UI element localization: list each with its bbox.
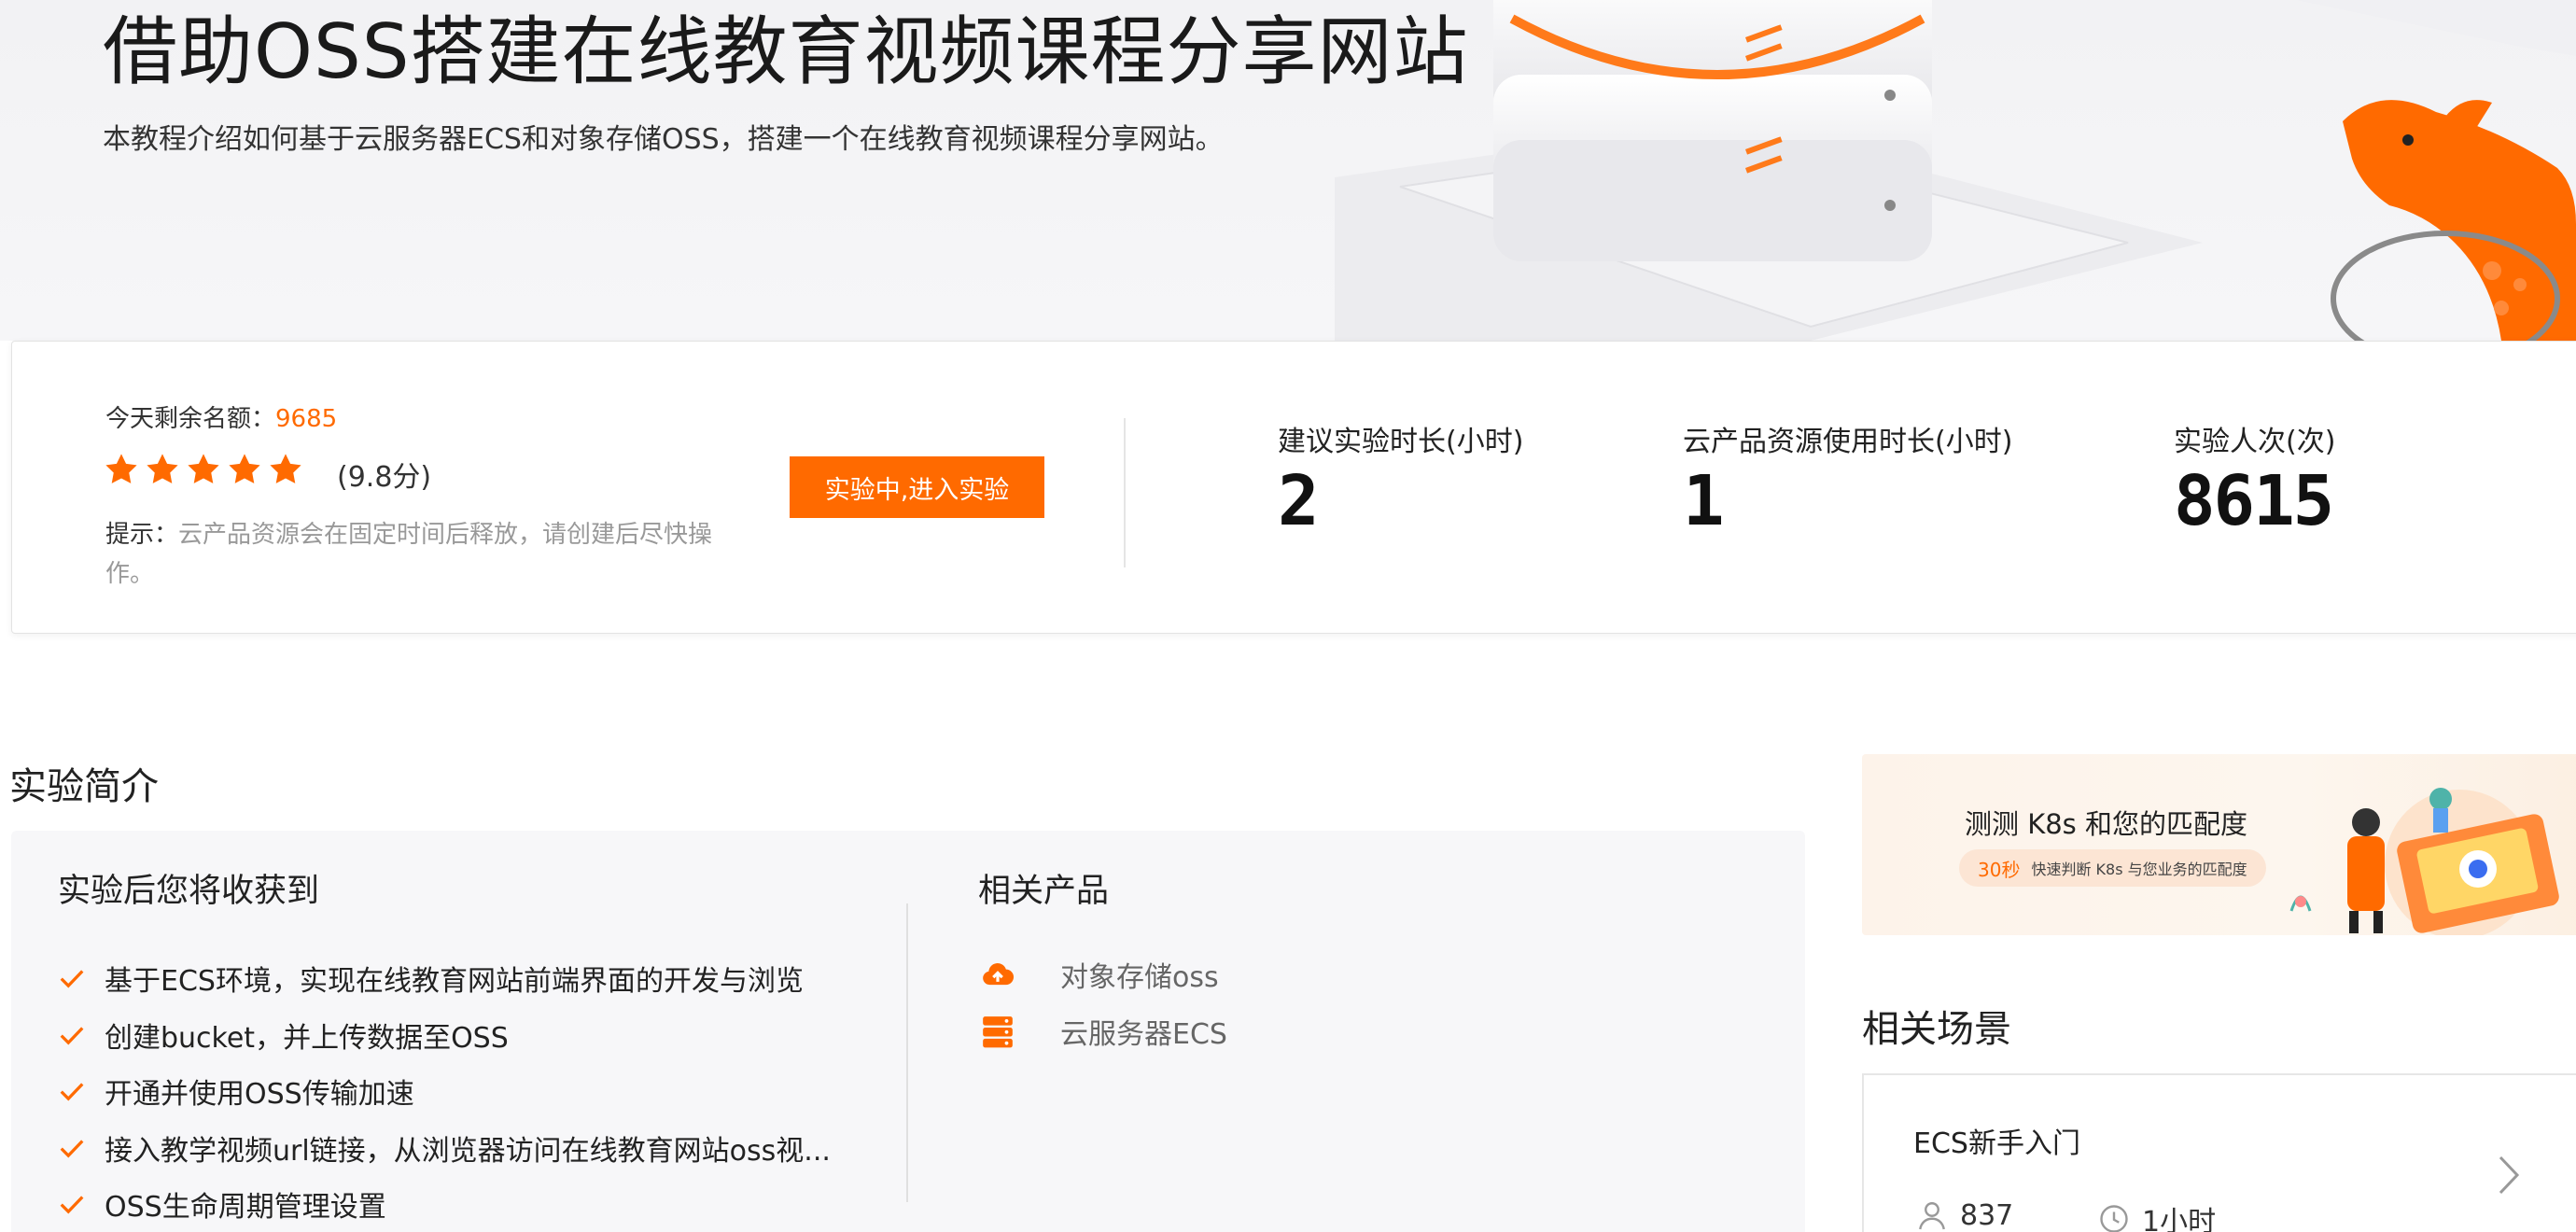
hero-illustration [1335,0,2576,341]
scene-users: 837 [1915,1198,2013,1232]
tip-label: 提示： [105,521,179,549]
list-item: 基于ECS环境，实现在线教育网站前端界面的开发与浏览 [58,950,831,1007]
release-tip: 提示：云产品资源会在固定时间后释放，请创建后尽快操作。 [105,515,740,594]
gain-text: 创建bucket，并上传数据至OSS [105,1021,509,1055]
metric-value: 1 [1683,461,1725,541]
check-icon [60,1140,84,1158]
k8s-promo-banner[interactable]: 测测 K8s 和您的匹配度 30秒 快速判断 K8s 与您业务的匹配度 [1862,754,2576,935]
star-icon [270,454,301,483]
hero-banner: 借助OSS搭建在线教育视频课程分享网站 本教程介绍如何基于云服务器ECS和对象存… [0,0,2576,341]
metric-suggested-duration: 建议实验时长(小时) 2 [1278,418,1523,543]
banner-title: 测测 K8s 和您的匹配度 [1965,808,2248,840]
product-name: 云服务器ECS [1060,1018,1227,1051]
check-icon [60,970,84,988]
star-icon [229,454,260,483]
gain-text: 接入教学视频url链接，从浏览器访问在线教育网站oss视... [105,1134,831,1168]
banner-pill: 30秒 快速判断 K8s 与您业务的匹配度 [1959,849,2266,887]
check-icon [60,1083,84,1101]
scene-duration: 1小时 [2097,1198,2216,1232]
pill-text: 快速判断 K8s 与您业务的匹配度 [2031,861,2247,878]
tip-text: 云产品资源会在固定时间后释放，请创建后尽快操作。 [105,521,713,588]
pill-seconds: 30秒 [1978,858,2021,881]
list-item: 创建bucket，并上传数据至OSS [58,1007,831,1064]
gain-text: 开通并使用OSS传输加速 [105,1078,414,1112]
product-ecs-link[interactable]: 云服务器ECS [980,1011,1227,1052]
chevron-right-icon[interactable] [2495,1152,2523,1198]
metric-value: 2 [1278,461,1320,541]
banner-illustration [2289,788,2559,935]
quota-remaining: 今天剩余名额：9685 [105,399,337,434]
list-item: 接入教学视频url链接，从浏览器访问在线教育网站oss视... [58,1120,831,1177]
metric-value: 8615 [2174,461,2334,541]
enter-lab-button[interactable]: 实验中,进入实验 [790,456,1044,518]
scene-users-count: 837 [1960,1198,2014,1232]
clock-icon [2100,1205,2128,1232]
lab-stats-panel: 今天剩余名额：9685 (9.8分) 提示：云产品资源会在固定时间后释放，请创建… [11,341,2576,634]
rating-score: (9.8分) [337,461,432,494]
metric-participants: 实验人次(次) 8615 [2174,418,2335,543]
quota-label: 今天剩余名额： [105,405,276,433]
gains-list: 基于ECS环境，实现在线教育网站前端界面的开发与浏览 创建bucket，并上传数… [58,950,831,1232]
product-oss-link[interactable]: 对象存储oss [980,954,1219,995]
scene-card[interactable]: ECS新手入门 837 1小时 [1862,1073,2576,1232]
intro-divider [906,903,908,1202]
list-item: 开通并使用OSS传输加速 [58,1063,831,1120]
user-icon [1919,1202,1945,1230]
scene-name: ECS新手入门 [1913,1127,2080,1160]
quota-value: 9685 [275,405,338,433]
products-title: 相关产品 [978,873,1110,910]
metric-label: 建议实验时长(小时) [1278,426,1524,458]
star-icon [105,454,137,483]
product-name: 对象存储oss [1060,961,1219,994]
list-item: OSS生命周期管理设置 [58,1176,831,1232]
star-icon [147,454,178,483]
scene-duration-text: 1小时 [2142,1206,2217,1232]
rating-stars [104,452,303,487]
metric-label: 云产品资源使用时长(小时) [1683,426,2013,458]
server-icon [983,1016,1013,1048]
check-icon [60,1027,84,1045]
cloud-upload-icon [983,963,1015,986]
metric-resource-duration: 云产品资源使用时长(小时) 1 [1683,418,2012,543]
page-subtitle: 本教程介绍如何基于云服务器ECS和对象存储OSS，搭建一个在线教育视频课程分享网… [103,123,1224,156]
star-icon [188,454,219,483]
intro-section-title: 实验简介 [9,765,159,808]
gains-title: 实验后您将收获到 [58,873,320,910]
metric-label: 实验人次(次) [2174,426,2336,458]
gain-text: OSS生命周期管理设置 [105,1191,386,1225]
related-scenes-title: 相关场景 [1862,1008,2011,1051]
panel-divider [1124,418,1126,567]
gain-text: 基于ECS环境，实现在线教育网站前端界面的开发与浏览 [105,965,804,999]
page-title: 借助OSS搭建在线教育视频课程分享网站 [103,8,1469,95]
check-icon [60,1196,84,1214]
